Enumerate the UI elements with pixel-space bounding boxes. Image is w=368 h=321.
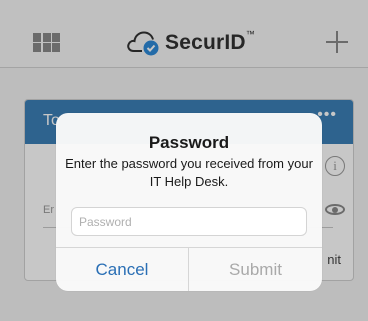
password-dialog: Password Enter the password you received… xyxy=(56,113,322,291)
submit-button[interactable]: Submit xyxy=(189,248,322,291)
password-input[interactable] xyxy=(71,207,307,236)
app-screen: SecurID™ To ••• i Er nit Password Enter … xyxy=(0,0,368,321)
dialog-message: Enter the password you received from you… xyxy=(65,156,313,189)
dialog-title: Password xyxy=(148,133,230,152)
cancel-button[interactable]: Cancel xyxy=(56,248,188,291)
